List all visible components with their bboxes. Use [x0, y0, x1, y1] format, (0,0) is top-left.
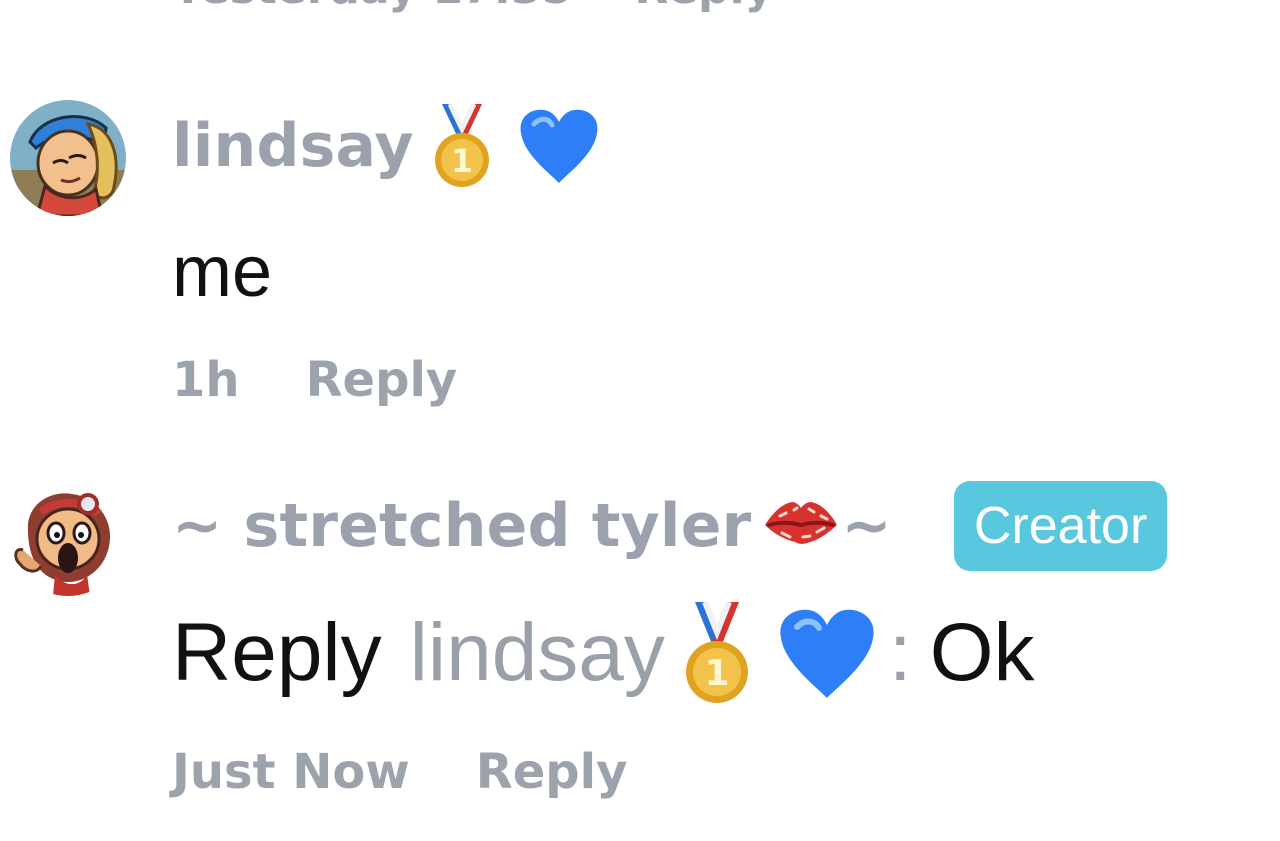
- message-body: Ok: [929, 607, 1035, 698]
- reply-button-lindsay[interactable]: Reply: [306, 352, 458, 408]
- comment-meta-lindsay: 1h Reply: [172, 346, 457, 414]
- comment-header-stretched-tyler: ~ stretched tyler ~ Creator: [172, 480, 1168, 572]
- kiss-mark-icon: [761, 494, 841, 558]
- previous-comment-timestamp: Yesterday 17:35: [172, 0, 572, 14]
- comment-message-lindsay: me: [172, 232, 273, 312]
- username-stretched-tyler-suffix: ~: [841, 491, 892, 561]
- avatar-lindsay[interactable]: [10, 100, 126, 216]
- message-reply-prefix: Reply: [172, 607, 382, 698]
- comment-item-lindsay: lindsay 1 me 1h Reply: [0, 100, 1280, 430]
- gold-medal-icon: 1: [681, 600, 753, 706]
- gold-medal-icon: 1: [430, 102, 494, 190]
- message-separator: :: [888, 607, 912, 698]
- comment-message-stretched-tyler: Reply lindsay 1 : Ok: [172, 592, 1035, 714]
- svg-text:1: 1: [451, 142, 473, 180]
- previous-comment-meta: Yesterday 17:35 Reply: [172, 0, 773, 18]
- comment-header-lindsay: lindsay 1: [172, 100, 602, 192]
- comment-meta-stretched-tyler: Just Now Reply: [172, 738, 627, 806]
- comment-time-stretched-tyler: Just Now: [172, 744, 410, 800]
- avatar-stretched-tyler-image: [10, 480, 126, 596]
- previous-comment-reply-button[interactable]: Reply: [634, 0, 773, 14]
- comment-time-lindsay: 1h: [172, 352, 240, 408]
- comment-item-stretched-tyler: ~ stretched tyler ~ Creator Reply lindsa…: [0, 480, 1280, 820]
- creator-badge: Creator: [953, 481, 1168, 571]
- svg-text:1: 1: [704, 653, 729, 694]
- avatar-lindsay-image: [10, 100, 126, 216]
- comments-screen: Yesterday 17:35 Reply lindsay: [0, 0, 1280, 841]
- blue-heart-icon: [775, 604, 879, 702]
- username-lindsay[interactable]: lindsay: [172, 111, 414, 181]
- reply-button-stretched-tyler[interactable]: Reply: [476, 744, 628, 800]
- reply-target-username[interactable]: lindsay: [410, 606, 665, 700]
- avatar-stretched-tyler[interactable]: [10, 480, 126, 596]
- blue-heart-icon: [516, 105, 602, 187]
- username-stretched-tyler[interactable]: ~ stretched tyler: [172, 491, 751, 561]
